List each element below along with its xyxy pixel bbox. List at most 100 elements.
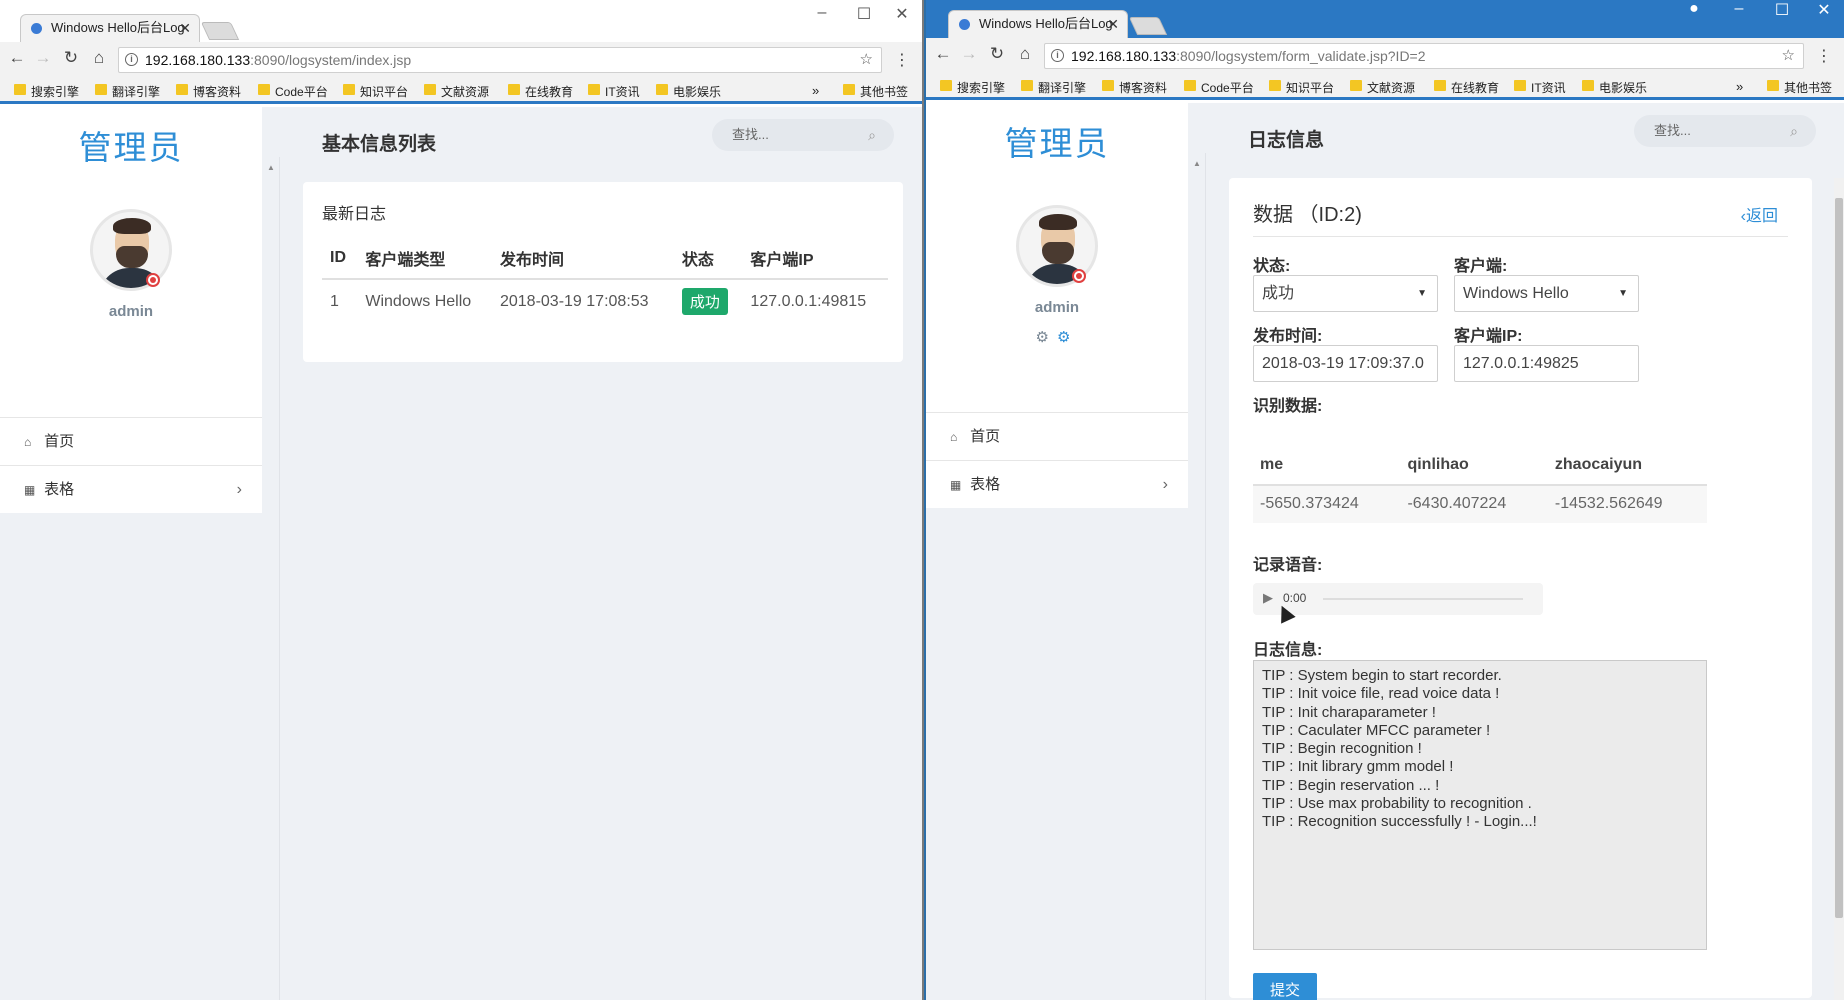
browser-menu-icon[interactable]: ⋮: [894, 50, 910, 70]
bookmarks-overflow-icon[interactable]: »: [812, 83, 819, 98]
bookmark-folder[interactable]: 翻译引擎: [1021, 79, 1086, 96]
tab-close-icon[interactable]: ✕: [179, 15, 191, 41]
profile-actions: ⚙⚙: [926, 328, 1188, 346]
sidebar-item-tables[interactable]: ▦ 表格 ›: [926, 460, 1188, 508]
bookmark-star-icon[interactable]: ☆: [1782, 44, 1795, 68]
back-link[interactable]: ‹返回: [1741, 202, 1778, 226]
bookmark-folder[interactable]: IT资讯: [1514, 79, 1566, 96]
sidebar-item-home[interactable]: ⌂ 首页: [926, 412, 1188, 460]
bookmarks-overflow-icon[interactable]: »: [1736, 79, 1743, 94]
profile-icon[interactable]: ●: [1674, 0, 1714, 18]
column-header: 状态: [673, 238, 743, 280]
search-icon[interactable]: ⌕: [1790, 115, 1798, 147]
voice-label: 记录语音:: [1253, 557, 1323, 574]
back-arrow-icon[interactable]: ←: [6, 48, 28, 68]
audio-progress-track[interactable]: [1323, 598, 1523, 600]
config-gear-icon[interactable]: ⚙: [1057, 329, 1078, 346]
back-label: 返回: [1745, 208, 1778, 225]
ip-value: 127.0.0.1:49825: [1463, 355, 1579, 372]
table-row[interactable]: 1 Windows Hello 2018-03-19 17:08:53 成功 1…: [322, 279, 888, 323]
tab-close-icon[interactable]: ✕: [1107, 11, 1119, 37]
bookmark-folder[interactable]: 博客资料: [176, 83, 241, 100]
home-nav-icon[interactable]: ⌂: [1014, 44, 1036, 64]
page-content: 管理员 admin ⌂ 首页 ▦ 表格 › ▲ 基本信息列表 查找... ⌕ 最…: [0, 107, 922, 1000]
client-select[interactable]: Windows Hello ▼: [1454, 275, 1639, 312]
top-bar: 基本信息列表 查找... ⌕: [280, 107, 922, 177]
sidebar-scrollbar[interactable]: ▲: [1188, 153, 1206, 1000]
divider: [1253, 236, 1788, 237]
forward-arrow-icon[interactable]: →: [32, 48, 54, 68]
bookmark-star-icon[interactable]: ☆: [860, 48, 873, 72]
ip-field[interactable]: 127.0.0.1:49825: [1454, 345, 1639, 382]
bookmark-folder[interactable]: 电影娱乐: [656, 83, 721, 100]
url-bar[interactable]: i 192.168.180.133:8090/logsystem/index.j…: [118, 47, 882, 73]
reload-icon[interactable]: ↻: [986, 44, 1008, 64]
time-field[interactable]: 2018-03-19 17:09:37.0: [1253, 345, 1438, 382]
log-table: ID 客户端类型 发布时间 状态 客户端IP 1 Windows Hello 2…: [322, 238, 888, 323]
reload-icon[interactable]: ↻: [60, 48, 82, 68]
bookmark-folder[interactable]: 电影娱乐: [1582, 79, 1647, 96]
status-value: 成功: [1262, 285, 1295, 302]
bookmark-folder[interactable]: 文献资源: [424, 83, 489, 100]
bookmark-folder[interactable]: IT资讯: [588, 83, 640, 100]
bookmark-folder[interactable]: 博客资料: [1102, 79, 1167, 96]
bookmark-folder[interactable]: 文献资源: [1350, 79, 1415, 96]
search-input[interactable]: 查找... ⌕: [712, 119, 894, 151]
site-info-icon[interactable]: i: [125, 53, 138, 66]
close-window-icon[interactable]: ✕: [1804, 0, 1844, 20]
minimize-icon[interactable]: –: [1719, 0, 1759, 18]
right-browser-window: Windows Hello后台Log ✕ ● – ☐ ✕ ← → ↻ ⌂ i 1…: [926, 0, 1844, 1000]
sidebar-item-tables[interactable]: ▦ 表格 ›: [0, 465, 262, 513]
scrollbar-thumb[interactable]: [1835, 198, 1843, 918]
bookmark-folder[interactable]: 翻译引擎: [95, 83, 160, 100]
bookmark-folder[interactable]: 知识平台: [343, 83, 408, 100]
table-header-row: me qinlihao zhaocaiyun: [1253, 446, 1707, 486]
log-textarea[interactable]: TIP : System begin to start recorder. TI…: [1253, 660, 1707, 950]
browser-tab[interactable]: Windows Hello后台Log ✕: [948, 10, 1128, 38]
back-arrow-icon[interactable]: ←: [932, 44, 954, 64]
minimize-icon[interactable]: –: [802, 4, 842, 22]
new-tab-button[interactable]: [200, 22, 240, 40]
bookmark-folder[interactable]: 搜索引擎: [940, 79, 1005, 96]
home-icon: ⌂: [24, 435, 32, 449]
close-window-icon[interactable]: ✕: [882, 4, 922, 24]
bookmark-folder[interactable]: Code平台: [1184, 79, 1254, 96]
column-header: zhaocaiyun: [1547, 446, 1707, 486]
search-icon[interactable]: ⌕: [868, 119, 876, 151]
time-label: 发布时间:: [1253, 328, 1323, 345]
search-input[interactable]: 查找... ⌕: [1634, 115, 1816, 147]
play-icon[interactable]: ▶: [1263, 590, 1273, 606]
ip-label: 客户端IP:: [1454, 328, 1523, 345]
site-info-icon[interactable]: i: [1051, 49, 1064, 62]
page-scrollbar[interactable]: [1834, 178, 1844, 1000]
bookmark-folder[interactable]: 在线教育: [508, 83, 573, 100]
username: admin: [108, 303, 154, 320]
forward-arrow-icon[interactable]: →: [958, 44, 980, 64]
other-bookmarks-folder[interactable]: 其他书签: [1767, 79, 1832, 96]
browser-tab[interactable]: Windows Hello后台Log ✕: [20, 14, 200, 42]
other-bookmarks-folder[interactable]: 其他书签: [843, 83, 908, 100]
status-select[interactable]: 成功 ▼: [1253, 275, 1438, 312]
bookmark-folder[interactable]: 知识平台: [1269, 79, 1334, 96]
url-path: :8090/logsystem/form_validate.jsp?ID=2: [1176, 48, 1426, 64]
favicon-icon: [31, 23, 42, 34]
sidebar-scrollbar[interactable]: ▲: [262, 157, 280, 1000]
maximize-icon[interactable]: ☐: [844, 4, 884, 24]
maximize-icon[interactable]: ☐: [1762, 0, 1802, 20]
sidebar-item-home[interactable]: ⌂ 首页: [0, 417, 262, 465]
bookmark-folder[interactable]: Code平台: [258, 83, 328, 100]
brand-title: 管理员: [78, 129, 184, 166]
bookmark-folder[interactable]: 在线教育: [1434, 79, 1499, 96]
new-tab-button[interactable]: [1128, 17, 1168, 35]
url-bar[interactable]: i 192.168.180.133:8090/logsystem/form_va…: [1044, 43, 1804, 69]
bookmark-folder[interactable]: 搜索引擎: [14, 83, 79, 100]
home-nav-icon[interactable]: ⌂: [88, 48, 110, 68]
browser-menu-icon[interactable]: ⋮: [1816, 46, 1832, 66]
cell-status: 成功: [674, 279, 743, 323]
column-header: me: [1253, 446, 1401, 486]
submit-button[interactable]: 提交: [1253, 973, 1317, 1000]
search-placeholder: 查找...: [732, 127, 769, 142]
audio-player[interactable]: ▶ 0:00: [1253, 583, 1543, 615]
column-header: ID: [322, 238, 358, 280]
settings-gear-icon[interactable]: ⚙: [1036, 329, 1057, 346]
